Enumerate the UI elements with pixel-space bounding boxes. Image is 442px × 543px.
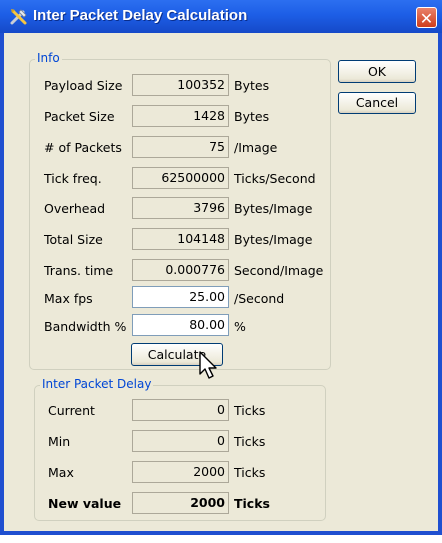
dialog-client-area: Info Payload Size 100352 Bytes Packet Si… [4,33,438,531]
min-delay-unit: Ticks [234,434,266,449]
payload-size-value: 100352 [132,74,229,96]
packet-size-unit: Bytes [234,109,270,124]
close-icon: ✕ [419,9,434,28]
arrow-cursor-icon [199,351,217,379]
max-delay-unit: Ticks [234,465,266,480]
payload-size-label: Payload Size [44,78,123,93]
max-delay-value: 2000 [132,461,229,483]
current-delay-unit: Ticks [234,403,266,418]
total-size-label: Total Size [44,232,103,247]
trans-time-unit: Second/Image [234,263,324,278]
max-fps-label: Max fps [44,291,93,306]
overhead-value: 3796 [132,197,229,219]
packet-size-label: Packet Size [44,109,115,124]
total-size-value: 104148 [132,228,229,250]
payload-size-unit: Bytes [234,78,270,93]
max-fps-unit: /Second [234,291,285,306]
trans-time-label: Trans. time [44,263,114,278]
new-value-unit: Ticks [234,496,270,511]
current-delay-label: Current [48,403,95,418]
new-value-value: 2000 [132,492,229,514]
tick-freq-value: 62500000 [132,167,229,189]
bandwidth-input[interactable]: 80.00 [132,314,229,336]
bandwidth-label: Bandwidth % [44,319,127,334]
delay-group-label: Inter Packet Delay [40,377,154,391]
overhead-label: Overhead [44,201,106,216]
tick-freq-label: Tick freq. [44,171,102,186]
num-packets-value: 75 [132,136,229,158]
tick-freq-unit: Ticks/Second [234,171,316,186]
total-size-unit: Bytes/Image [234,232,313,247]
max-delay-label: Max [48,465,74,480]
tools-icon [10,9,27,25]
info-group-label: Info [35,51,62,65]
new-value-label: New value [48,496,122,511]
bandwidth-unit: % [234,319,246,334]
window-title: Inter Packet Delay Calculation [33,7,248,24]
dialog-window: Inter Packet Delay Calculation ✕ Info Pa… [0,0,442,535]
max-fps-input[interactable]: 25.00 [132,286,229,308]
num-packets-label: # of Packets [44,140,122,155]
trans-time-value: 0.000776 [132,259,229,281]
title-bar[interactable]: Inter Packet Delay Calculation ✕ [0,0,442,33]
min-delay-label: Min [48,434,71,449]
overhead-unit: Bytes/Image [234,201,313,216]
current-delay-value: 0 [132,399,229,421]
packet-size-value: 1428 [132,105,229,127]
cancel-button[interactable]: Cancel [338,92,416,114]
num-packets-unit: /Image [234,140,278,155]
min-delay-value: 0 [132,430,229,452]
close-button[interactable]: ✕ [416,7,437,28]
ok-button[interactable]: OK [338,60,416,83]
